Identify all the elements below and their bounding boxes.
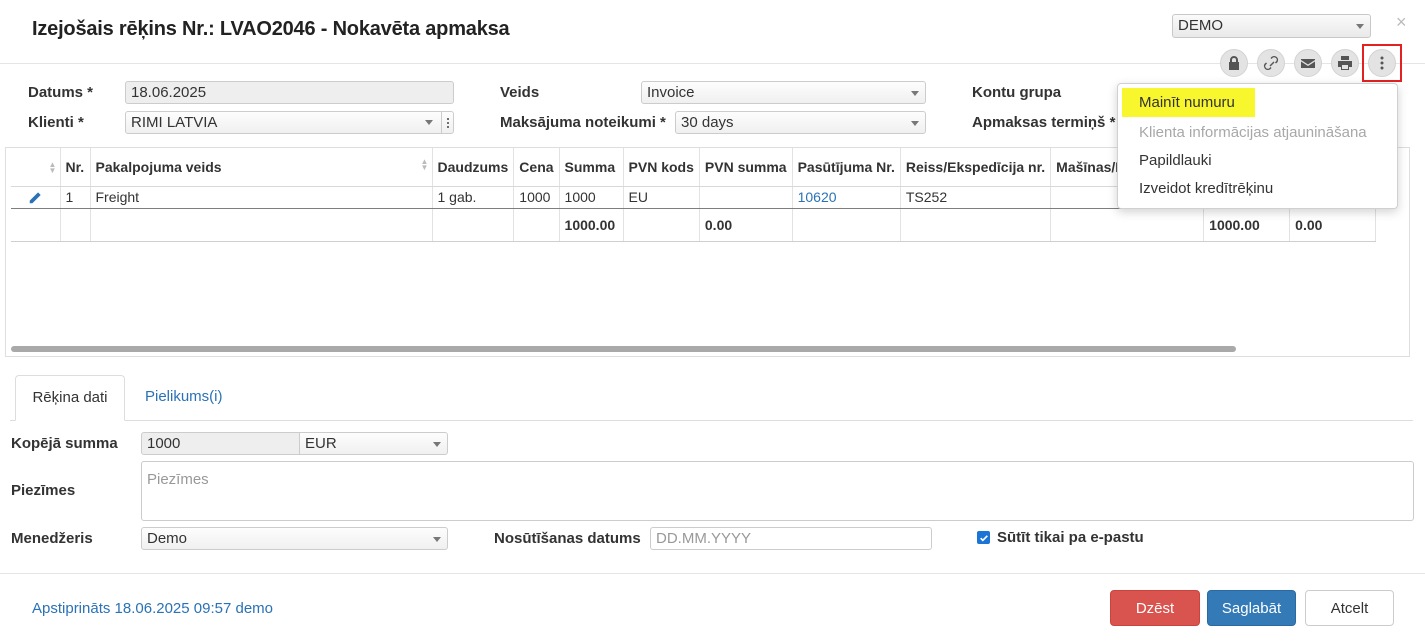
save-button[interactable]: Saglabāt (1207, 590, 1296, 626)
total-extra2: 0.00 (1289, 208, 1377, 242)
client-label: Klienti * (28, 114, 84, 131)
cell-service: Freight (90, 186, 433, 209)
lock-icon (1229, 56, 1239, 70)
tab-attachments[interactable]: Pielikums(i) (145, 388, 223, 405)
col-header-service[interactable]: Pakalpojuma veids ▲ ▼ (90, 148, 433, 187)
page-title: Izejošais rēķins Nr.: LVAO2046 - Nokavēt… (32, 18, 510, 40)
chevron-down-icon (425, 120, 433, 125)
client-options-icon[interactable] (441, 112, 453, 133)
total-extra1: 1000.00 (1203, 208, 1291, 242)
pencil-icon[interactable] (28, 191, 42, 205)
link-button[interactable] (1257, 49, 1285, 77)
payment-terms-label: Maksājuma noteikumi * (500, 114, 666, 131)
sort-icon: ▲ ▼ (48, 160, 57, 176)
client-select[interactable]: RIMI LATVIA (125, 111, 454, 134)
manager-value: Demo (147, 530, 188, 547)
cell-order-no[interactable]: 10620 (792, 186, 901, 209)
chevron-down-icon (911, 121, 919, 126)
date-field[interactable]: 18.06.2025 (125, 81, 454, 104)
more-actions-menu: Mainīt numuru Klienta informācijas atjau… (1117, 83, 1398, 209)
col-header-order-no[interactable]: Pasūtījuma Nr. (792, 148, 901, 187)
email-only-checkbox[interactable] (977, 531, 990, 544)
date-label: Datums * (28, 84, 94, 101)
payment-terms-select[interactable]: 30 days (675, 111, 926, 134)
menu-item-extra-fields[interactable]: Papildlauki (1139, 152, 1212, 169)
notes-label: Piezīmes (11, 482, 76, 499)
client-select-value: RIMI LATVIA (131, 114, 218, 131)
menu-item-create-credit-note[interactable]: Izveidot kredītrēķinu (1139, 180, 1273, 197)
manager-label: Menedžeris (11, 530, 93, 547)
totals-row: 1000.00 0.00 1000.00 0.00 (11, 208, 1377, 242)
chevron-down-icon (911, 91, 919, 96)
lock-button[interactable] (1220, 49, 1248, 77)
total-amount-field[interactable]: 1000 (141, 432, 300, 455)
edit-cell[interactable] (11, 186, 61, 209)
account-group-label: Kontu grupa (972, 84, 1062, 101)
payment-terms-value: 30 days (681, 114, 734, 131)
chevron-down-icon (1356, 24, 1364, 29)
email-only-label[interactable]: Sūtīt tikai pa e-pastu (997, 529, 1144, 546)
cell-vat-code: EU (623, 186, 700, 209)
type-select[interactable]: Invoice (641, 81, 926, 104)
total-sum: 1000.00 (559, 208, 624, 242)
company-select[interactable]: DEMO (1172, 14, 1371, 38)
delete-button[interactable]: Dzēst (1110, 590, 1200, 626)
currency-select[interactable]: EUR (299, 432, 448, 455)
close-icon[interactable]: × (1396, 12, 1407, 33)
chevron-down-icon (433, 537, 441, 542)
total-amount-label: Kopējā summa (11, 435, 118, 452)
cell-trip: TS252 (900, 186, 1052, 209)
header-divider (0, 63, 1425, 64)
tab-bar-divider (10, 420, 1413, 421)
notes-textarea[interactable]: Piezīmes (141, 461, 1414, 521)
cell-vat-sum (699, 186, 793, 209)
more-button[interactable] (1368, 49, 1396, 77)
cell-sum: 1000 (559, 186, 624, 209)
send-date-field[interactable]: DD.MM.YYYY (650, 527, 932, 550)
total-vat-sum: 0.00 (699, 208, 793, 242)
col-header-nr[interactable]: Nr. (60, 148, 91, 187)
check-icon (979, 534, 988, 542)
status-text: Apstiprināts 18.06.2025 09:57 demo (32, 600, 274, 617)
tab-invoice-data[interactable]: Rēķina dati (15, 375, 125, 421)
col-header-service-label: Pakalpojuma veids (95, 158, 222, 175)
cell-qty: 1 gab. (432, 186, 515, 209)
cancel-button[interactable]: Atcelt (1305, 590, 1394, 626)
col-header-vat-code[interactable]: PVN kods (623, 148, 700, 187)
print-icon (1338, 56, 1352, 70)
type-label: Veids (500, 84, 540, 101)
col-header-vat-sum[interactable]: PVN summa (699, 148, 793, 187)
horizontal-scrollbar[interactable] (11, 346, 1236, 352)
col-header-sum[interactable]: Summa (559, 148, 624, 187)
due-date-label: Apmaksas termiņš * (972, 114, 1116, 131)
print-button[interactable] (1331, 49, 1359, 77)
company-select-value: DEMO (1178, 17, 1223, 34)
currency-value: EUR (305, 435, 337, 452)
type-select-value: Invoice (647, 84, 695, 101)
col-header-price[interactable]: Cena (513, 148, 560, 187)
envelope-icon (1301, 59, 1315, 68)
link-icon (1263, 56, 1279, 70)
send-date-label: Nosūtīšanas datums (494, 530, 641, 547)
cell-price: 1000 (513, 186, 560, 209)
footer-divider (0, 573, 1425, 574)
col-header-qty[interactable]: Daudzums (432, 148, 515, 187)
more-vertical-icon (1380, 56, 1384, 70)
chevron-down-icon (433, 442, 441, 447)
col-header-trip[interactable]: Reiss/Ekspedīcija nr. (900, 148, 1052, 187)
cell-nr: 1 (60, 186, 91, 209)
menu-item-change-number[interactable]: Mainīt numuru (1122, 88, 1255, 117)
sort-icon: ▲ ▼ (420, 156, 429, 172)
email-button[interactable] (1294, 49, 1322, 77)
menu-item-update-client-info: Klienta informācijas atjaunināšana (1139, 124, 1367, 141)
row-select-header[interactable]: ▲ ▼ (11, 148, 61, 187)
manager-select[interactable]: Demo (141, 527, 448, 550)
